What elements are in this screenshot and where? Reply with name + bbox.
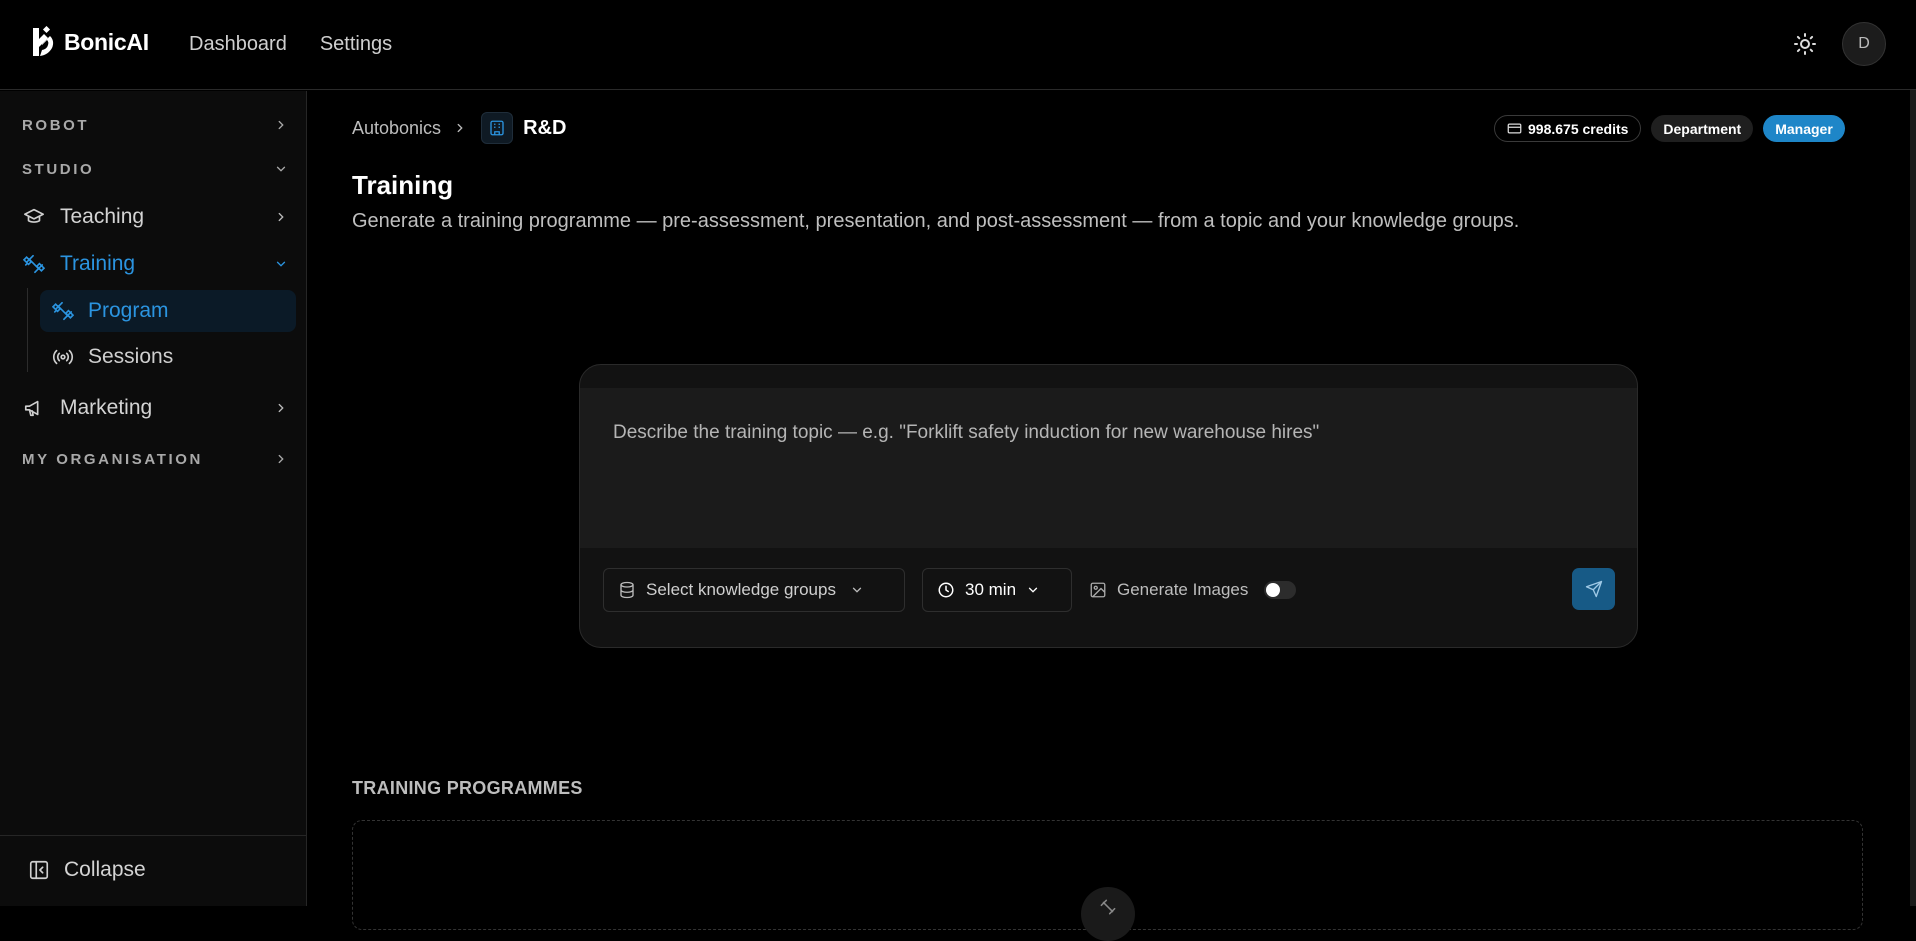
duration-value: 30 min: [965, 580, 1017, 599]
chevron-right-icon: [274, 452, 288, 466]
breadcrumb-current: R&D: [523, 116, 567, 139]
page-subtitle: Generate a training programme — pre-asse…: [352, 210, 1520, 232]
send-icon: [1585, 580, 1603, 598]
chevron-down-icon: [850, 583, 864, 597]
chevron-right-icon: [453, 121, 467, 135]
chevron-right-icon: [274, 210, 288, 224]
breadcrumb-parent-link[interactable]: Autobonics: [352, 118, 441, 139]
sidebar: ROBOT STUDIO Teaching Training Program S…: [0, 91, 307, 906]
sidebar-item-program[interactable]: Program: [40, 290, 296, 332]
generate-images-toggle[interactable]: [1264, 581, 1297, 599]
programmes-section-title: TRAINING PROGRAMMES: [352, 778, 583, 798]
sidebar-section-robot[interactable]: ROBOT: [22, 112, 288, 138]
empty-state-icon: [1081, 887, 1135, 941]
sidebar-item-marketing[interactable]: Marketing: [22, 389, 288, 427]
chevron-down-icon: [1026, 583, 1040, 597]
sidebar-item-label: Marketing: [60, 396, 153, 419]
top-nav: Dashboard Settings: [189, 33, 392, 56]
image-icon: [1089, 581, 1107, 599]
chevron-down-icon: [274, 257, 288, 271]
credits-badge: 998.675 credits: [1494, 115, 1642, 142]
programmes-empty-state: [352, 820, 1863, 941]
dumbbell-icon: [22, 253, 46, 275]
clock-icon: [937, 581, 955, 599]
sun-icon: [1793, 32, 1817, 56]
generate-images-option: Generate Images: [1089, 568, 1297, 612]
breadcrumb: Autobonics R&D: [352, 112, 566, 144]
training-composer: Select knowledge groups 30 min Generate …: [579, 364, 1638, 648]
tree-connector: [27, 288, 28, 372]
nav-settings-link[interactable]: Settings: [320, 33, 392, 56]
bonicai-logo-icon: [30, 26, 56, 58]
top-bar: BonicAI Dashboard Settings D: [0, 0, 1916, 90]
chevron-right-icon: [274, 118, 288, 132]
sidebar-item-label: Sessions: [88, 345, 174, 368]
sidebar-section-label: MY ORGANISATION: [22, 450, 203, 468]
database-icon: [618, 581, 636, 599]
graduation-cap-icon: [22, 206, 46, 228]
collapse-sidebar-button[interactable]: Collapse: [28, 858, 146, 882]
sidebar-item-label: Program: [88, 299, 169, 322]
collapse-label: Collapse: [64, 858, 146, 881]
panel-collapse-icon: [28, 859, 50, 881]
megaphone-icon: [22, 397, 46, 419]
sidebar-footer: Collapse: [0, 835, 306, 906]
credit-card-icon: [1507, 121, 1522, 136]
sidebar-item-training[interactable]: Training: [22, 245, 288, 283]
topic-input[interactable]: [580, 388, 1637, 548]
role-badge: Manager: [1763, 115, 1845, 142]
sidebar-section-organisation[interactable]: MY ORGANISATION: [22, 446, 288, 472]
generate-images-label: Generate Images: [1117, 580, 1249, 599]
user-avatar[interactable]: D: [1842, 22, 1886, 66]
sidebar-item-sessions[interactable]: Sessions: [40, 336, 296, 378]
toggle-knob: [1266, 583, 1281, 597]
status-badges: 998.675 credits Department Manager: [1494, 115, 1845, 142]
nav-dashboard-link[interactable]: Dashboard: [189, 33, 287, 56]
send-button[interactable]: [1572, 568, 1615, 610]
sidebar-section-label: STUDIO: [22, 160, 95, 178]
chevron-right-icon: [274, 401, 288, 415]
sidebar-item-teaching[interactable]: Teaching: [22, 198, 288, 236]
dumbbell-icon: [52, 300, 74, 322]
department-badge: Department: [1651, 115, 1754, 142]
app-logo[interactable]: BonicAI: [30, 26, 149, 58]
page-title: Training: [352, 170, 454, 200]
sidebar-item-label: Teaching: [60, 205, 145, 228]
knowledge-groups-select[interactable]: Select knowledge groups: [603, 568, 905, 612]
sidebar-section-studio[interactable]: STUDIO: [22, 156, 288, 182]
duration-select[interactable]: 30 min: [922, 568, 1072, 612]
sidebar-section-label: ROBOT: [22, 116, 90, 134]
chevron-down-icon: [274, 162, 288, 176]
building-icon: [481, 112, 514, 144]
page-scrollbar[interactable]: [1910, 90, 1916, 906]
sidebar-item-label: Training: [60, 252, 136, 275]
credits-value: 998.675 credits: [1528, 120, 1629, 137]
app-name: BonicAI: [64, 28, 149, 55]
knowledge-groups-label: Select knowledge groups: [646, 580, 836, 599]
broadcast-icon: [52, 346, 74, 368]
theme-toggle-button[interactable]: [1793, 32, 1817, 56]
